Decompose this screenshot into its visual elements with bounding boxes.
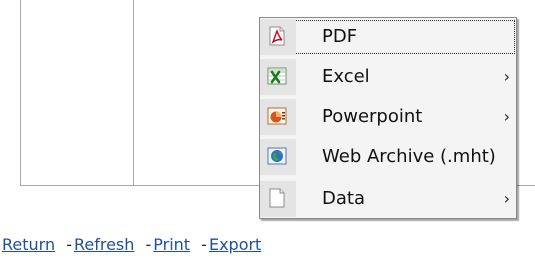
return-link[interactable]: Return [2,235,55,254]
pdf-icon [269,26,285,46]
menu-item-label: PDF [322,26,358,47]
menu-icon-column [260,19,296,55]
footer-links: Return - Refresh - Print - Export [2,235,261,254]
export-menu: PDF Excel › Powerpoint › Web Archive (.m… [259,17,517,219]
table-vertical-line [133,0,134,186]
menu-item-pdf[interactable]: PDF [260,19,516,55]
menu-item-label: Powerpoint [322,106,423,127]
menu-item-excel[interactable]: Excel › [260,59,516,95]
submenu-arrow-icon: › [503,67,510,86]
menu-item-label: Web Archive (.mht) [322,146,496,167]
powerpoint-icon [267,107,287,125]
excel-icon [267,67,287,85]
menu-item-label: Data [322,188,365,209]
menu-item-label: Excel [322,66,370,87]
menu-item-data[interactable]: Data › [260,181,516,217]
data-icon [269,188,285,208]
menu-icon-column [260,59,296,95]
link-separator: - [201,235,207,254]
table-vertical-line [20,0,21,186]
link-separator: - [66,235,72,254]
refresh-link[interactable]: Refresh [74,235,134,254]
export-link[interactable]: Export [209,235,261,254]
menu-icon-column [260,139,296,175]
print-link[interactable]: Print [153,235,190,254]
menu-icon-column [260,181,296,217]
submenu-arrow-icon: › [503,107,510,126]
menu-icon-column [260,99,296,135]
menu-item-web-archive[interactable]: Web Archive (.mht) [260,139,516,175]
link-separator: - [145,235,152,254]
web-archive-icon [267,147,287,165]
submenu-arrow-icon: › [503,189,510,208]
menu-item-powerpoint[interactable]: Powerpoint › [260,99,516,135]
